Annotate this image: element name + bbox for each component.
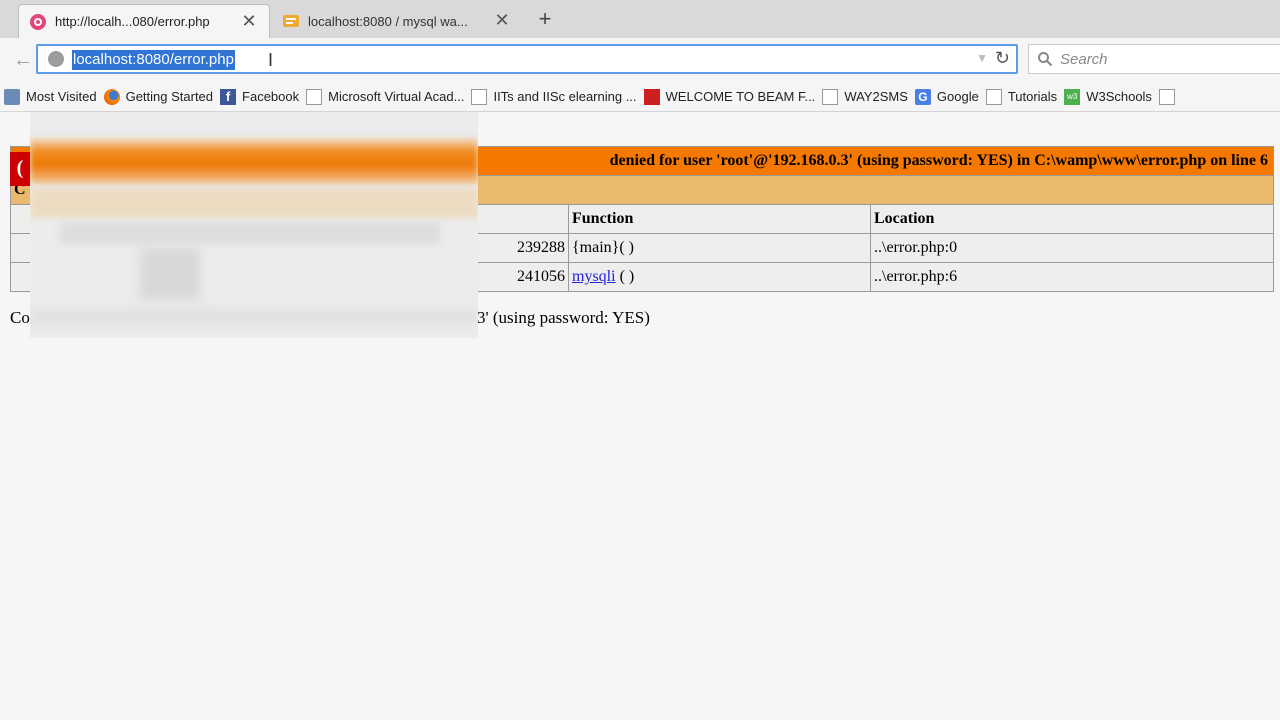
- new-tab-button[interactable]: +: [534, 6, 556, 32]
- bookmark-way2sms[interactable]: WAY2SMS: [822, 88, 908, 105]
- search-placeholder: Search: [1060, 51, 1108, 68]
- column-header-function: Function: [568, 204, 871, 234]
- bookmark-most-visited[interactable]: Most Visited: [4, 88, 97, 105]
- row-function: mysqli ( ): [568, 262, 871, 292]
- most-visited-icon: [4, 88, 20, 105]
- url-dropdown-icon[interactable]: ▼: [976, 51, 988, 65]
- firefox-icon: [103, 88, 120, 105]
- bookmark-label: Facebook: [242, 89, 300, 104]
- bookmarks-bar: Most Visited Getting Started f Facebook …: [0, 82, 1280, 112]
- bookmark-label: IITs and IISc elearning ...: [493, 89, 637, 104]
- w3schools-icon: w3: [1064, 88, 1081, 105]
- search-box[interactable]: Search: [1028, 44, 1280, 74]
- site-info-icon[interactable]: [48, 51, 64, 67]
- facebook-icon: f: [220, 88, 237, 105]
- blurred-header: [60, 222, 440, 244]
- bookmark-label: Google: [936, 89, 979, 104]
- warning-text-tail: 3' (using password: YES): [477, 308, 650, 327]
- row-function: {main}( ): [568, 233, 871, 263]
- bookmark-iits-elearning[interactable]: IITs and IISc elearning ...: [471, 88, 637, 105]
- tab-strip: http://localh...080/error.php ✕ localhos…: [0, 0, 1280, 38]
- tab-phpmyadmin[interactable]: localhost:8080 / mysql wa... ✕: [272, 4, 522, 38]
- row-location: ..\error.php:6: [870, 262, 1274, 292]
- blank-page-icon: [471, 88, 488, 105]
- row-number: [10, 233, 31, 263]
- row-location: ..\error.php:0: [870, 233, 1274, 263]
- bookmark-getting-started[interactable]: Getting Started: [103, 88, 214, 105]
- blank-page-icon: [822, 88, 839, 105]
- blurred-cell: [140, 248, 200, 300]
- navigation-bar: ← localhost:8080/error.php I ▼ ↻ Search: [0, 38, 1280, 82]
- error-icon: (: [10, 152, 30, 186]
- favicon-icon: [30, 13, 46, 30]
- mysqli-function-link[interactable]: mysqli: [572, 268, 616, 285]
- reload-icon[interactable]: ↻: [995, 48, 1010, 69]
- bookmark-beam[interactable]: WELCOME TO BEAM F...: [643, 88, 816, 105]
- close-tab-icon[interactable]: ✕: [494, 11, 510, 29]
- bookmark-label: Getting Started: [125, 89, 214, 104]
- bookmark-w3schools[interactable]: w3 W3Schools: [1064, 88, 1152, 105]
- tab-error-php[interactable]: http://localh...080/error.php ✕: [18, 4, 270, 38]
- address-bar[interactable]: localhost:8080/error.php I ▼ ↻: [36, 44, 1018, 74]
- blurred-error-bar: [30, 138, 478, 184]
- warning-text-prefix: Co: [10, 308, 30, 327]
- bookmark-microsoft-virtual-academy[interactable]: Microsoft Virtual Acad...: [306, 88, 465, 105]
- bookmark-tutorials[interactable]: Tutorials: [985, 88, 1058, 105]
- column-header-location: Location: [870, 204, 1274, 234]
- bookmark-label: WAY2SMS: [844, 89, 908, 104]
- beam-icon: [643, 88, 660, 105]
- bookmark-label: Microsoft Virtual Acad...: [328, 89, 465, 104]
- page-content: denied for user 'root'@'192.168.0.3' (us…: [0, 112, 1280, 720]
- bookmark-overflow[interactable]: [1158, 88, 1181, 105]
- url-text[interactable]: localhost:8080/error.php: [72, 50, 235, 70]
- blank-page-icon: [985, 88, 1002, 105]
- bookmark-label: WELCOME TO BEAM F...: [665, 89, 816, 104]
- blurred-stack-bar: [30, 188, 478, 218]
- tab-title: http://localh...080/error.php: [55, 14, 210, 29]
- function-suffix: ( ): [615, 268, 635, 285]
- column-header-number: [10, 204, 31, 234]
- bookmark-label: Most Visited: [26, 89, 97, 104]
- bookmark-google[interactable]: G Google: [914, 88, 979, 105]
- bookmark-label: Tutorials: [1007, 89, 1058, 104]
- close-tab-icon[interactable]: ✕: [241, 12, 257, 30]
- blank-page-icon: [1158, 88, 1175, 105]
- blurred-text: [30, 308, 478, 326]
- bookmark-facebook[interactable]: f Facebook: [220, 88, 300, 105]
- phpmyadmin-icon: [283, 15, 299, 27]
- google-icon: G: [914, 88, 931, 105]
- row-number: [10, 262, 31, 292]
- blank-page-icon: [306, 88, 323, 105]
- tab-title: localhost:8080 / mysql wa...: [308, 13, 468, 29]
- blurred-region: [30, 112, 478, 338]
- search-icon: [1038, 52, 1053, 67]
- text-cursor-icon: I: [268, 50, 274, 70]
- back-arrow-icon[interactable]: ←: [10, 48, 36, 72]
- bookmark-label: W3Schools: [1086, 89, 1152, 104]
